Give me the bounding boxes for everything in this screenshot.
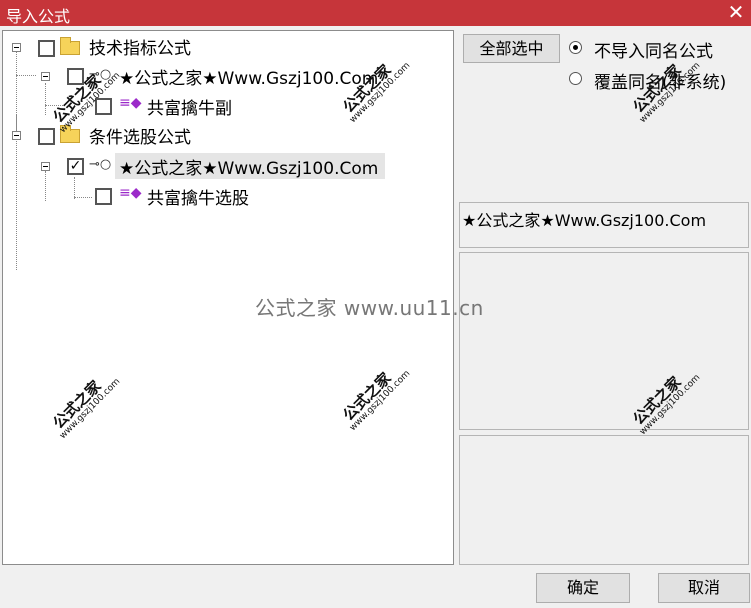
selected-formula-text: ★公式之家★Www.Gszj100.Com: [462, 211, 707, 230]
tree-item-group1[interactable]: 技术指标公式: [89, 34, 191, 59]
formula-tree[interactable]: 技术指标公式 ⊸○ ★公式之家★Www.Gszj100.Com ≡◆ 共富擒牛副…: [2, 30, 454, 565]
close-icon[interactable]: ✕: [725, 1, 747, 23]
formula-params-box[interactable]: [459, 435, 749, 565]
radio-overwrite-label[interactable]: 覆盖同名(非系统): [594, 68, 726, 93]
tree-line: [74, 177, 75, 199]
checkbox-group2-child[interactable]: ✓: [67, 158, 84, 175]
tree-line: [45, 171, 46, 201]
tree-line: [74, 197, 92, 198]
check-mark: ✓: [69, 158, 82, 174]
key-icon: ⊸○: [89, 67, 112, 82]
selected-formula-box: ★公式之家★Www.Gszj100.Com: [459, 202, 749, 248]
checkbox-group2-leaf[interactable]: [95, 188, 112, 205]
tree-line: [45, 83, 46, 115]
folder-icon: [60, 37, 80, 55]
folder-icon: [60, 125, 80, 143]
radio-no-import[interactable]: [569, 41, 582, 54]
expand-toggle[interactable]: [41, 72, 50, 81]
tree-line: [16, 75, 36, 76]
expand-toggle[interactable]: [12, 43, 21, 52]
radio-no-import-label[interactable]: 不导入同名公式: [594, 37, 713, 62]
tree-item-group2-child[interactable]: ★公式之家★Www.Gszj100.Com: [119, 154, 378, 179]
key-icon: ⊸○: [89, 157, 112, 172]
tree-item-group2-leaf[interactable]: 共富擒牛选股: [147, 184, 249, 209]
formula-description-box[interactable]: [459, 252, 749, 430]
gem-icon: ≡◆: [119, 185, 142, 201]
tree-item-group1-leaf[interactable]: 共富擒牛副: [147, 94, 232, 119]
ok-button[interactable]: 确定: [536, 573, 630, 603]
checkbox-group1[interactable]: [38, 40, 55, 57]
expand-toggle[interactable]: [41, 162, 50, 171]
title-bar: 导入公式 ✕: [0, 0, 751, 26]
checkbox-group1-leaf[interactable]: [95, 98, 112, 115]
radio-overwrite[interactable]: [569, 72, 582, 85]
expand-toggle[interactable]: [12, 131, 21, 140]
tree-line: [45, 105, 65, 106]
gem-icon: ≡◆: [119, 95, 142, 111]
select-all-button[interactable]: 全部选中: [463, 34, 560, 63]
tree-item-group1-child[interactable]: ★公式之家★Www.Gszj100.Com: [119, 64, 378, 89]
checkbox-group2[interactable]: [38, 128, 55, 145]
checkbox-group1-child[interactable]: [67, 68, 84, 85]
window-title: 导入公式: [6, 7, 71, 26]
cancel-button[interactable]: 取消: [658, 573, 750, 603]
tree-item-group2[interactable]: 条件选股公式: [89, 123, 191, 148]
